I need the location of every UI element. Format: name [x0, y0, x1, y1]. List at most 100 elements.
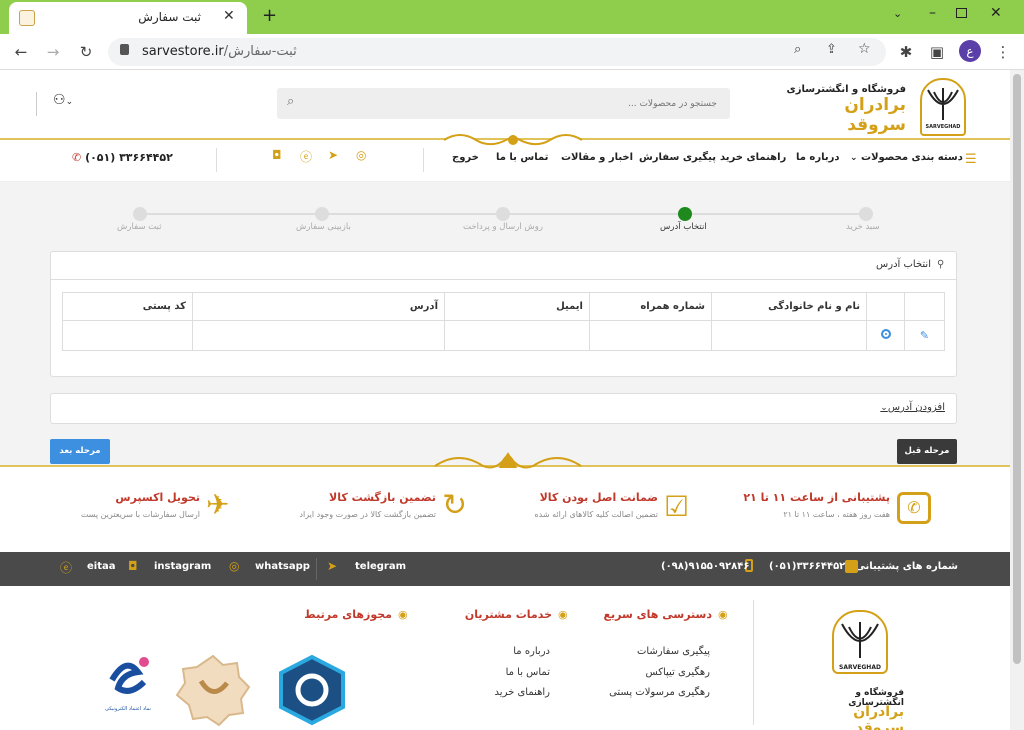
eitaa-icon[interactable]: ⓔ	[60, 559, 72, 576]
footer-link-guide[interactable]: راهنمای خرید	[460, 687, 550, 698]
feature-express-title: تحویل اکسپرس	[115, 491, 200, 504]
address-col-email: ایمیل	[444, 292, 590, 321]
nav-guide[interactable]: راهنمای خرید	[720, 152, 786, 163]
instagram-icon[interactable]: ◘	[272, 148, 282, 162]
menu-icon[interactable]: ⋮	[990, 39, 1016, 65]
address-col-address: آدرس	[192, 292, 445, 321]
social-whatsapp[interactable]: whatsapp	[255, 561, 310, 572]
page-scrollbar[interactable]	[1010, 70, 1024, 730]
address-col-postal: کد پستی	[62, 292, 193, 321]
address-radio[interactable]	[880, 329, 891, 339]
store-title: برادران سروقد	[844, 95, 906, 135]
phone-icon: ✆	[72, 151, 82, 164]
close-window-icon[interactable]: ✕	[990, 5, 1002, 21]
eitaa-badge-icon[interactable]	[275, 653, 349, 727]
share-icon[interactable]: ⇪	[826, 42, 837, 57]
store-logo[interactable]: SARVEGHAD	[920, 78, 966, 136]
step-dot-submit	[133, 207, 147, 221]
store-name: فروشگاه و انگشترسازی برادران سروقد	[780, 84, 906, 135]
whatsapp-icon[interactable]: ◎	[356, 148, 366, 162]
license-icon: ◉	[398, 608, 408, 621]
nav-articles[interactable]: اخبار و مقالات	[561, 152, 633, 163]
reload-icon[interactable]: ↻	[73, 39, 99, 65]
nav-contact[interactable]: تماس با ما	[496, 152, 548, 163]
chevron-down-icon: ⌄	[65, 97, 74, 107]
nav-about[interactable]: درباره ما	[796, 152, 840, 163]
minimize-icon[interactable]: –	[929, 5, 936, 21]
telegram-icon[interactable]: ➤	[328, 148, 338, 162]
extensions-icon[interactable]: ✱	[893, 39, 919, 65]
address-bar[interactable]: sarvestore.ir/ثبت-سفارش ⌕ ⇪ ☆	[108, 38, 886, 66]
address-col-mobile: شماره همراه	[589, 292, 712, 321]
address-card-header	[51, 252, 956, 280]
scrollbar-thumb[interactable]	[1013, 74, 1021, 664]
address-text-cell	[192, 320, 445, 351]
support-phone-1[interactable]: (۰۵۱)۳۳۶۶۴۴۵۲	[769, 561, 845, 572]
add-address-toggle[interactable]: افزودن آدرس⌄	[871, 402, 945, 413]
footer-logo-text: SARVEGHAD	[839, 664, 881, 671]
forward-icon[interactable]: →	[40, 39, 66, 65]
step-dot-address	[678, 207, 692, 221]
nav-tracking[interactable]: پیگیری سفارش	[639, 152, 716, 163]
eitaa-icon[interactable]: ⓔ	[300, 148, 312, 165]
footer-link-about[interactable]: درباره ما	[460, 646, 550, 657]
tab-close-icon[interactable]: ✕	[223, 8, 235, 24]
hamburger-icon[interactable]: ☰	[965, 152, 977, 167]
enamad-badge[interactable]: نماد اعتماد الکترونیکی	[96, 650, 160, 726]
footer-link-post[interactable]: رهگیری مرسولات پستی	[580, 687, 710, 698]
edit-icon[interactable]: ✎	[920, 329, 929, 342]
feature-express-icon: ✈	[206, 488, 230, 521]
nav-categories[interactable]: دسته بندی محصولات ⌄	[850, 152, 963, 163]
step-label-cart: سبد خرید	[846, 222, 880, 232]
social-instagram[interactable]: instagram	[154, 561, 211, 572]
telegram-icon[interactable]: ➤	[327, 559, 337, 573]
prev-step-button[interactable]: مرحله قبل	[897, 439, 957, 464]
footer-logo-emblem-icon	[841, 622, 879, 658]
url-path: /ثبت-سفارش	[223, 44, 297, 59]
back-icon[interactable]: ←	[8, 39, 34, 65]
nav-categories-label: دسته بندی محصولات	[861, 152, 963, 163]
social-eitaa[interactable]: eitaa	[87, 561, 116, 572]
footer-ornament-icon	[434, 452, 582, 469]
profile-avatar[interactable]: ع	[959, 40, 981, 62]
feature-support-title: پشتیبانی از ساعت ۱۱ تا ۲۱	[743, 491, 890, 504]
search-box[interactable]: ⌕	[277, 88, 730, 119]
sidepanel-icon[interactable]: ▣	[924, 39, 950, 65]
footer-link-contact[interactable]: تماس با ما	[460, 667, 550, 678]
address-col-edit	[904, 292, 945, 321]
step-dot-review	[315, 207, 329, 221]
social-telegram[interactable]: telegram	[355, 561, 406, 572]
new-tab-icon[interactable]: +	[262, 5, 277, 26]
bookmark-star-icon[interactable]: ☆	[858, 41, 871, 57]
step-dot-shipping	[496, 207, 510, 221]
address-postal-cell	[62, 320, 193, 351]
whatsapp-icon[interactable]: ◎	[229, 559, 239, 573]
address-edit-cell: ✎	[904, 320, 945, 351]
browser-tab[interactable]: ثبت سفارش ✕	[9, 2, 247, 34]
nav-logout[interactable]: خروج	[452, 152, 479, 163]
header-phone[interactable]: ✆ (۰۵۱) ۳۳۶۶۴۴۵۲	[72, 151, 173, 164]
table-row: ✎	[62, 320, 945, 351]
phone-icon	[845, 560, 858, 573]
tab-search-icon[interactable]: ⌄	[893, 7, 902, 20]
samandehi-badge-icon[interactable]	[173, 653, 253, 727]
user-menu[interactable]: ⚇⌄	[36, 92, 73, 116]
next-step-button[interactable]: مرحله بعد	[50, 439, 110, 464]
feature-support-icon: ✆	[897, 492, 931, 524]
address-card: ⚲ انتخاب آدرس نام و نام خانوادگی شماره ه…	[50, 251, 957, 377]
support-phone-2[interactable]: (۰۹۸)۹۱۵۵۰۹۲۸۴۶	[661, 561, 750, 572]
address-name-cell	[711, 320, 867, 351]
quick-access-title: دسترسی های سریع	[603, 608, 712, 621]
footer-link-tipax[interactable]: رهگیری تیپاکس	[600, 667, 710, 678]
search-icon[interactable]: ⌕	[287, 94, 294, 109]
footer-link-tracking[interactable]: پیگیری سفارشات	[600, 646, 710, 657]
zoom-icon[interactable]: ⌕	[794, 42, 801, 57]
footer-separator	[753, 600, 754, 725]
search-input[interactable]	[307, 93, 717, 114]
maximize-icon[interactable]	[956, 8, 967, 18]
address-col-name: نام و نام خانوادگی	[711, 292, 867, 321]
user-icon: ⚇	[53, 92, 66, 108]
instagram-icon[interactable]: ◘	[128, 559, 138, 573]
browser-tab-strip: ثبت سفارش ✕ + ⌄ – ✕	[0, 0, 1024, 34]
add-address-panel[interactable]: افزودن آدرس⌄	[50, 393, 957, 424]
